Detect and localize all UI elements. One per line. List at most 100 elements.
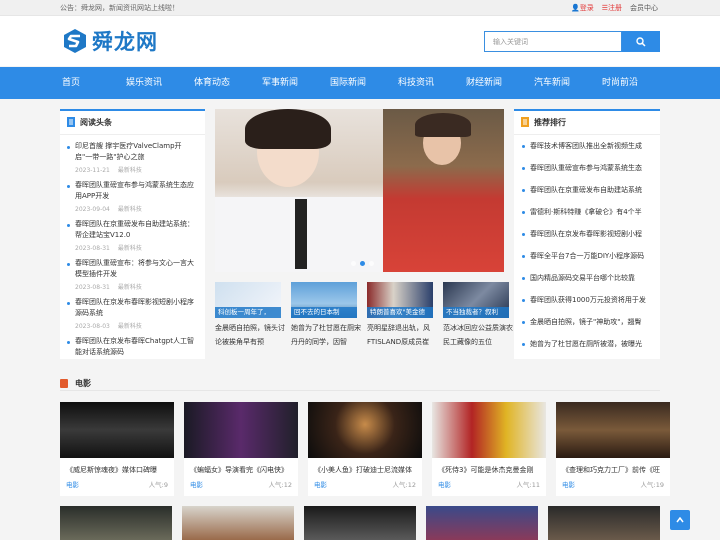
slide-image-left[interactable]	[215, 109, 383, 272]
movie-views: 人气:11	[516, 481, 540, 489]
member-center-link[interactable]: 会员中心	[630, 3, 658, 13]
movie-poster[interactable]	[432, 402, 546, 458]
movie-category[interactable]: 电影	[562, 479, 575, 489]
thumb-caption[interactable]: 科创板一周年了，	[215, 307, 281, 318]
movie-category[interactable]: 电影	[190, 479, 203, 489]
nav-entertainment[interactable]: 娱乐资讯	[110, 67, 178, 99]
list-item[interactable]: 春晖团队重磅宣布：将参与文心一言大模型插件开发 2023-08-31 最新科技	[60, 252, 205, 291]
movie-poster[interactable]	[60, 506, 172, 540]
list-item[interactable]: 春晖团队重磅宣布参与鸿蒙系统生态应用APP开发 2023-09-04 最新科技	[60, 174, 205, 213]
movie-poster[interactable]	[308, 402, 422, 458]
ranking-item[interactable]: 春晖团队在京重磅发布自助建站系统	[514, 179, 660, 201]
thumb-title[interactable]: 亮明星辞退出轨，风FTISLAND原成员崔	[367, 321, 437, 349]
movie-title[interactable]: 《蝙蝠女》导演看完《闪电侠》	[184, 458, 298, 476]
back-to-top-button[interactable]	[670, 510, 690, 530]
slider-dot-active[interactable]	[360, 261, 365, 266]
thumb-news-row: 科创板一周年了， 金晨晒自拍照，镜头讨论被挨角早有预 回不去的日本制 她曾为了杜…	[215, 282, 513, 348]
ranking-item[interactable]: 春晖技术博客团队推出全新视频生成	[514, 135, 660, 157]
movie-poster[interactable]	[60, 402, 174, 458]
nav-finance[interactable]: 财经新闻	[450, 67, 518, 99]
movie-card[interactable]: 《小美人鱼》打破迪士尼流媒体 电影 人气:12	[308, 402, 422, 496]
ranking-item[interactable]: 春晖团队重磅宣布参与鸿蒙系统生态	[514, 157, 660, 179]
movie-title[interactable]: 《威尼斯惊魂夜》媒体口碑曝	[60, 458, 174, 476]
list-item-date: 2023-09-04	[75, 206, 110, 213]
movie-title[interactable]: 《死侍3》可能是休杰克曼金刚	[432, 458, 546, 476]
header: 舜龙网 输入关键词	[0, 16, 720, 66]
nav-military[interactable]: 军事新闻	[246, 67, 314, 99]
thumb-news-item[interactable]: 科创板一周年了， 金晨晒自拍照，镜头讨论被挨角早有预	[215, 282, 285, 348]
list-item-category[interactable]: 最新科技	[118, 167, 142, 174]
slide-image-right[interactable]	[383, 109, 504, 272]
movie-card[interactable]: 《蝙蝠女》导演看完《闪电侠》 电影 人气:12	[184, 402, 298, 496]
ranking-item[interactable]: 春晖团队获得1000万元投资将用于发	[514, 289, 660, 311]
movie-card[interactable]: 《威尼斯惊魂夜》媒体口碑曝 电影 人气:9	[60, 402, 174, 496]
list-item-category[interactable]: 最新科技	[118, 323, 142, 330]
search-input[interactable]: 输入关键词	[484, 31, 622, 52]
nav-home[interactable]: 首页	[62, 67, 110, 99]
list-item-title[interactable]: 春晖团队重磅宣布：将参与文心一言大模型插件开发	[75, 258, 197, 280]
movie-title[interactable]: 《查理和巧克力工厂》前传《旺	[556, 458, 670, 476]
movie-title[interactable]: 《小美人鱼》打破迪士尼流媒体	[308, 458, 422, 476]
register-link[interactable]: ☰注册	[602, 3, 622, 13]
login-label[interactable]: 登录	[580, 4, 594, 12]
movie-poster[interactable]	[184, 402, 298, 458]
ranking-item[interactable]: 春晖全平台7合一万能DIY小程序源码	[514, 245, 660, 267]
nav-fashion[interactable]: 时尚前沿	[586, 67, 654, 99]
list-item[interactable]: 春晖团队在京发布春晖Chatgpt人工智能对话系统源码	[60, 330, 205, 358]
ranking-item[interactable]: 雷德利·斯科特赚《拿破仑》有4个半	[514, 201, 660, 223]
ranking-item[interactable]: 她曾为了杜甘愿在厕所被潜，被曝光	[514, 333, 660, 355]
list-item[interactable]: 印尼首艘 撑宇医疗ValveClamp开启"一带一路"护心之旅 2023-11-…	[60, 135, 205, 174]
image-slider[interactable]	[215, 109, 504, 272]
slider-dot[interactable]	[369, 261, 374, 266]
list-item-title[interactable]: 春晖团队在京重磅发布自助建站系统：帮企建站宝V12.0	[75, 219, 197, 241]
thumb-news-item[interactable]: 特朗普喜欢"美金德 亮明星辞退出轨，风FTISLAND原成员崔	[367, 282, 433, 348]
site-logo[interactable]: 舜龙网	[62, 26, 172, 56]
thumb-title[interactable]: 范冰冰回应公益质演农民工藏像的五位	[443, 321, 513, 349]
section-title[interactable]: 电影	[75, 378, 91, 389]
thumb-title[interactable]: 金晨晒自拍照，镜头讨论被挨角早有预	[215, 321, 285, 349]
ranking-item[interactable]: 春晖团队在京发布春晖影视短剧小程	[514, 223, 660, 245]
movie-poster[interactable]	[182, 506, 294, 540]
register-label[interactable]: 注册	[608, 4, 622, 12]
hair-shape	[245, 109, 331, 149]
movie-category[interactable]: 电影	[438, 479, 451, 489]
list-item-category[interactable]: 最新科技	[118, 284, 142, 291]
thumb-image[interactable]: 回不去的日本制	[291, 282, 357, 318]
ranking-title-label: 推荐排行	[534, 118, 566, 127]
list-item[interactable]: 春晖团队在京重磅发布自助建站系统：帮企建站宝V12.0 2023-08-31 最新…	[60, 213, 205, 252]
list-item-title[interactable]: 春晖团队重磅宣布参与鸿蒙系统生态应用APP开发	[75, 180, 197, 202]
movie-poster[interactable]	[548, 506, 660, 540]
thumb-image[interactable]: 不当独裁者？叙利	[443, 282, 509, 318]
movie-poster[interactable]	[556, 402, 670, 458]
list-item-title[interactable]: 春晖团队在京发布春晖Chatgpt人工智能对话系统源码	[75, 336, 197, 358]
movie-category[interactable]: 电影	[66, 479, 79, 489]
thumb-caption[interactable]: 回不去的日本制	[291, 307, 357, 318]
login-link[interactable]: 👤登录	[571, 3, 594, 13]
thumb-news-item[interactable]: 回不去的日本制 她曾为了杜甘愿在厕宋丹丹的同学，因智	[291, 282, 361, 348]
search-button[interactable]	[622, 31, 660, 52]
movie-category[interactable]: 电影	[314, 479, 327, 489]
list-item-category[interactable]: 最新科技	[118, 245, 142, 252]
nav-sports[interactable]: 体育动态	[178, 67, 246, 99]
slider-dot[interactable]	[351, 261, 356, 266]
thumb-caption[interactable]: 特朗普喜欢"美金德	[367, 307, 433, 318]
nav-technology[interactable]: 科技资讯	[382, 67, 450, 99]
thumb-image[interactable]: 特朗普喜欢"美金德	[367, 282, 433, 318]
thumb-title[interactable]: 她曾为了杜甘愿在厕宋丹丹的同学，因智	[291, 321, 361, 349]
movie-card[interactable]: 《死侍3》可能是休杰克曼金刚 电影 人气:11	[432, 402, 546, 496]
nav-international[interactable]: 国际新闻	[314, 67, 382, 99]
list-item-title[interactable]: 印尼首艘 撑宇医疗ValveClamp开启"一带一路"护心之旅	[75, 141, 197, 163]
list-item[interactable]: 春晖团队在京发布春晖影视短剧小程序源码系统 2023-08-03 最新科技	[60, 291, 205, 330]
ranking-item[interactable]: 金晨晒自拍照，镜子"神助攻"，翘臀	[514, 311, 660, 333]
thumb-caption[interactable]: 不当独裁者？叙利	[443, 307, 509, 318]
movie-poster[interactable]	[304, 506, 416, 540]
thumb-news-item[interactable]: 不当独裁者？叙利 范冰冰回应公益质演农民工藏像的五位	[443, 282, 513, 348]
movie-card[interactable]: 《查理和巧克力工厂》前传《旺 电影 人气:19	[556, 402, 670, 496]
movie-card-row: 《威尼斯惊魂夜》媒体口碑曝 电影 人气:9 《蝙蝠女》导演看完《闪电侠》 电影 人气…	[60, 402, 670, 496]
list-item-category[interactable]: 最新科技	[118, 206, 142, 213]
ranking-item[interactable]: 国内精品源码交易平台哪个比较靠	[514, 267, 660, 289]
movie-poster[interactable]	[426, 506, 538, 540]
thumb-image[interactable]: 科创板一周年了，	[215, 282, 281, 318]
list-item-title[interactable]: 春晖团队在京发布春晖影视短剧小程序源码系统	[75, 297, 197, 319]
nav-auto[interactable]: 汽车新闻	[518, 67, 586, 99]
